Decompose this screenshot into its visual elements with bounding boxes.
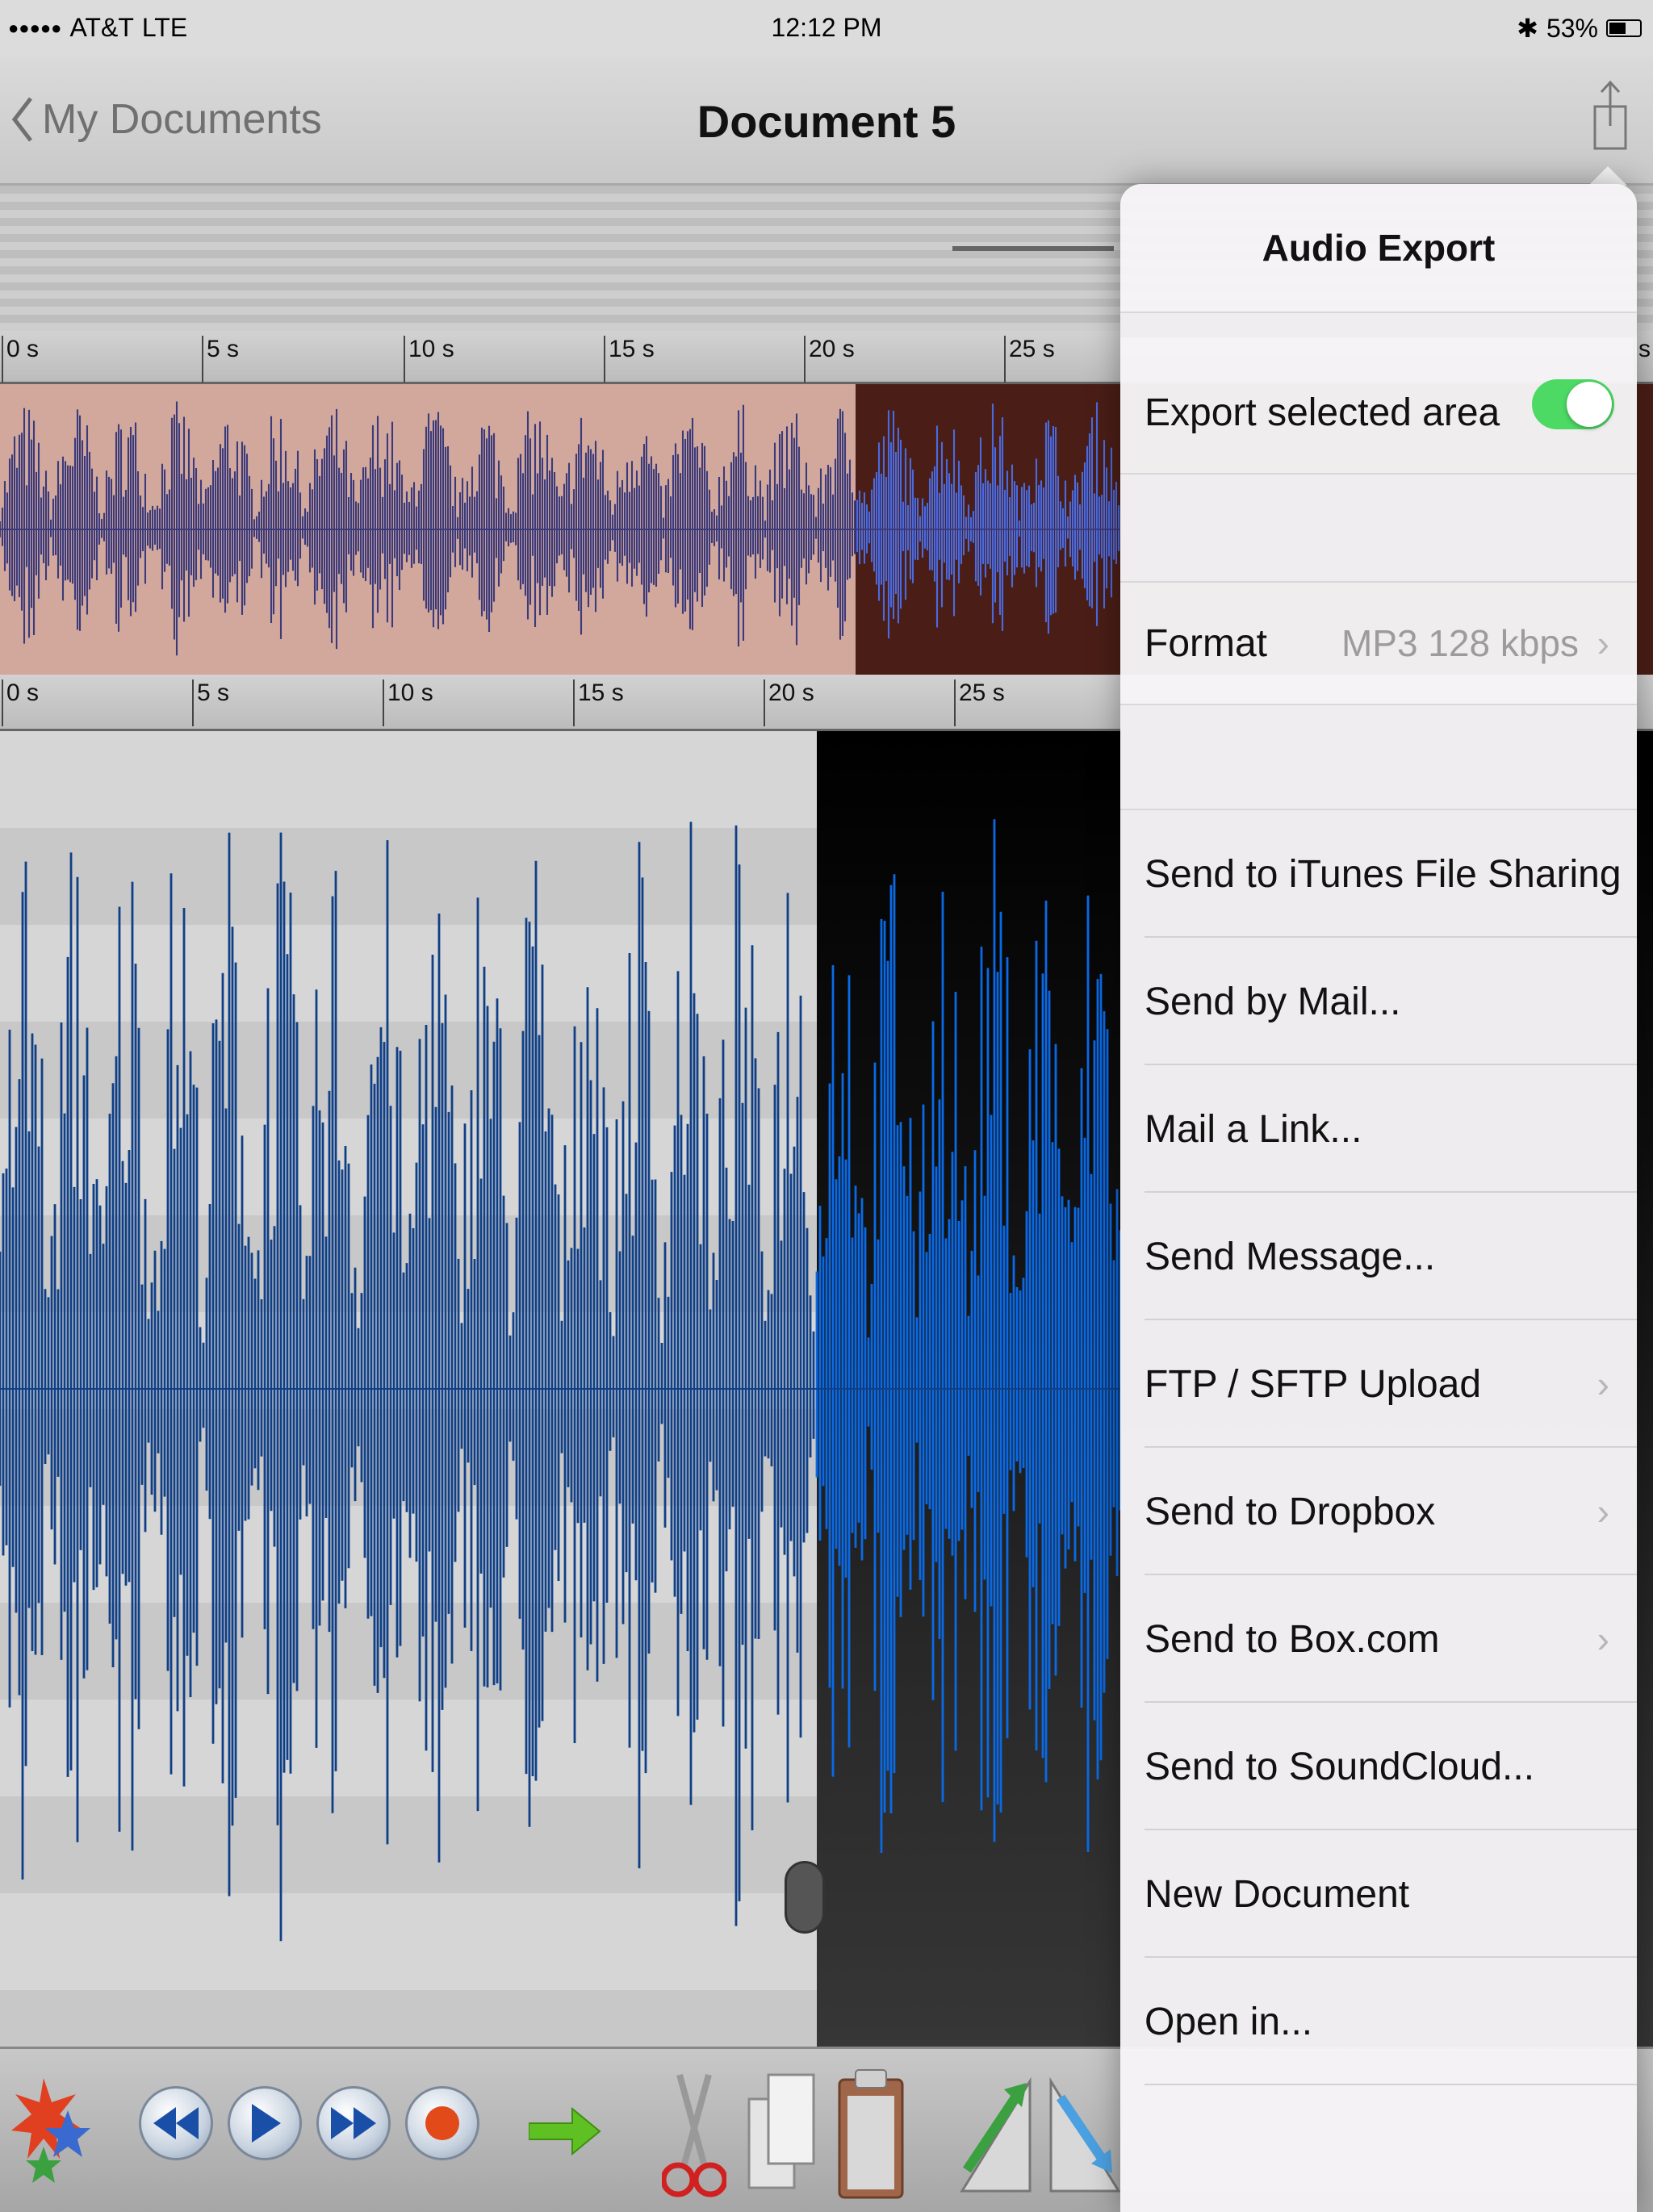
popover-spacer xyxy=(1120,705,1637,809)
export-selected-area-toggle[interactable] xyxy=(1532,379,1614,429)
status-time: 12:12 PM xyxy=(771,13,882,42)
rewind-icon xyxy=(153,2107,199,2139)
action-label: New Document xyxy=(1145,1872,1410,1916)
format-value: MP3 128 kbps xyxy=(1341,622,1579,664)
chevron-right-icon: › xyxy=(1597,1618,1609,1660)
share-icon[interactable] xyxy=(1592,79,1629,152)
ruler-tick-label: 0 s xyxy=(2,336,39,383)
action-send-to-dropbox[interactable]: Send to Dropbox › xyxy=(1120,1448,1637,1575)
fade-in-icon[interactable] xyxy=(959,2073,1033,2194)
record-button[interactable] xyxy=(405,2086,479,2160)
action-open-in[interactable]: Open in... xyxy=(1120,1958,1637,2085)
audio-export-popover: Audio Export Export selected area Format… xyxy=(1120,184,1637,2212)
action-send-to-box-com[interactable]: Send to Box.com › xyxy=(1120,1575,1637,1703)
ruler-tick-label: 10 s xyxy=(383,679,433,726)
action-mail-a-link[interactable]: Mail a Link... xyxy=(1120,1065,1637,1193)
selection-handle[interactable] xyxy=(785,1861,825,1934)
record-icon xyxy=(425,2106,459,2140)
action-label: Send to Dropbox xyxy=(1145,1490,1436,1533)
rewind-button[interactable] xyxy=(139,2086,213,2160)
ruler-tick-label: 20 s xyxy=(804,336,855,383)
ruler-tick-label: 5 s xyxy=(202,336,239,383)
battery-percent: 53% xyxy=(1546,13,1598,43)
ruler-tick-label: 25 s xyxy=(1004,336,1055,383)
action-ftp-sftp-upload[interactable]: FTP / SFTP Upload › xyxy=(1120,1320,1637,1448)
ruler-tick-label: 0 s xyxy=(2,679,39,726)
action-send-message[interactable]: Send Message... xyxy=(1120,1193,1637,1320)
popover-title: Audio Export xyxy=(1262,227,1496,269)
status-bar: ●●●●● AT&T LTE 12:12 PM ✱ 53% xyxy=(0,0,1653,56)
play-button[interactable] xyxy=(228,2086,302,2160)
action-label: Mail a Link... xyxy=(1145,1107,1362,1151)
ruler-tick-label: 25 s xyxy=(954,679,1005,726)
navigation-bar: My Documents Document 5 xyxy=(0,56,1653,186)
fast-forward-icon xyxy=(331,2107,376,2139)
scissors-icon[interactable] xyxy=(662,2067,726,2202)
battery-icon xyxy=(1606,19,1642,37)
bluetooth-icon: ✱ xyxy=(1517,14,1538,43)
clipboard-icon[interactable] xyxy=(836,2064,906,2201)
action-label: Send Message... xyxy=(1145,1235,1436,1278)
export-selected-area-row: Export selected area xyxy=(1120,352,1637,473)
chevron-right-icon: › xyxy=(1597,622,1609,664)
play-icon xyxy=(252,2104,281,2143)
ruler-tick-label: 15 s xyxy=(604,336,655,383)
ruler-tick-label: 5 s xyxy=(192,679,229,726)
popover-arrow xyxy=(1588,166,1627,186)
action-label: FTP / SFTP Upload xyxy=(1145,1362,1482,1406)
action-label: Send to SoundCloud... xyxy=(1145,1745,1535,1788)
format-label: Format xyxy=(1145,621,1268,665)
fast-forward-button[interactable] xyxy=(316,2086,391,2160)
action-label: Send to Box.com xyxy=(1145,1617,1440,1661)
export-selected-area-label: Export selected area xyxy=(1145,391,1500,434)
ruler-tick-label: 20 s xyxy=(764,679,814,726)
ruler-tick-label: 10 s xyxy=(404,336,454,383)
action-label: Open in... xyxy=(1145,2000,1313,2043)
action-send-to-itunes-file-sharing[interactable]: Send to iTunes File Sharing xyxy=(1120,810,1637,938)
status-right: ✱ 53% xyxy=(1517,13,1642,44)
chevron-right-icon: › xyxy=(1597,1491,1609,1533)
action-send-by-mail[interactable]: Send by Mail... xyxy=(1120,938,1637,1065)
arrow-right-icon[interactable] xyxy=(529,2105,601,2157)
action-send-to-soundcloud[interactable]: Send to SoundCloud... xyxy=(1120,1703,1637,1830)
action-label: Send by Mail... xyxy=(1145,980,1401,1023)
effects-burst-icon[interactable] xyxy=(11,2070,92,2191)
popover-spacer xyxy=(1120,475,1637,581)
action-label: Send to iTunes File Sharing xyxy=(1145,852,1622,896)
copy-icon[interactable] xyxy=(743,2067,820,2196)
ruler-tick-label: 15 s xyxy=(573,679,624,726)
action-new-document[interactable]: New Document xyxy=(1120,1830,1637,1958)
format-row[interactable]: Format MP3 128 kbps › xyxy=(1120,583,1637,704)
scroll-indicator xyxy=(952,246,1114,251)
popover-spacer xyxy=(1120,313,1637,337)
chevron-right-icon: › xyxy=(1597,1363,1609,1405)
page-title: Document 5 xyxy=(697,96,956,147)
fade-out-icon[interactable] xyxy=(1048,2073,1122,2194)
